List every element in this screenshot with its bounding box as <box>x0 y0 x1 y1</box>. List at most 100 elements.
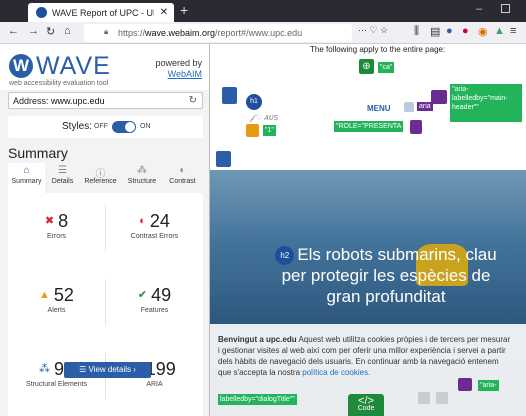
error-icon: ✖ <box>44 215 55 227</box>
extension-icon[interactable]: ◉ <box>478 25 488 38</box>
wave-favicon-icon <box>36 7 47 18</box>
cookie-policy-link[interactable]: política de cookies. <box>302 368 370 377</box>
dialog-title-tag[interactable]: labelledby="dialogTitle"" <box>218 394 297 405</box>
styles-toggle-row: Styles: OFF ON <box>8 116 203 138</box>
aria-icon[interactable] <box>431 90 447 104</box>
h1-icon[interactable]: h1 <box>246 94 262 110</box>
aria-icon[interactable] <box>410 120 422 134</box>
aria-labelledby-header-tag[interactable]: "aria-labelledby="main-header"" <box>450 84 522 122</box>
tab-close-icon[interactable]: ✕ <box>160 7 168 18</box>
powered-by: powered by WebAIM <box>130 58 202 80</box>
cookie-text: Benvingut a upc.edu Aquest web utilitza … <box>218 334 514 378</box>
menu-label[interactable]: MENU <box>367 104 391 113</box>
info-icon: ⓘ <box>95 169 106 180</box>
hero-headline: h2 Els robots submarins, clau per protegi… <box>266 244 506 307</box>
new-tab-button[interactable]: + <box>180 2 188 18</box>
forward-icon[interactable]: → <box>28 25 39 37</box>
metric-features[interactable]: ✔ 49 Features <box>106 285 203 314</box>
powered-by-text: powered by <box>155 58 202 68</box>
tab-details[interactable]: ☰ Details <box>46 163 79 193</box>
reload-icon[interactable]: ↻ <box>46 25 55 38</box>
view-details-button[interactable]: ☰ View details › <box>64 362 151 378</box>
metric-label: ARIA <box>146 381 163 388</box>
tab-label: Structure <box>127 178 157 185</box>
metric-label: Features <box>140 307 169 314</box>
globe-icon[interactable]: ⊕ <box>359 59 374 74</box>
metric-label: Contrast Errors <box>130 233 179 240</box>
code-brackets-icon: </> <box>358 395 374 407</box>
structure-icon: ⁂ <box>137 165 147 176</box>
h2-icon[interactable]: h2 <box>275 246 295 265</box>
sidebar-icon[interactable]: ▤ <box>430 25 440 38</box>
metric-alerts[interactable]: ▲ 52 Alerts <box>8 285 105 314</box>
tab-summary[interactable]: ⌂ Summary <box>8 163 45 193</box>
browser-tab-bar: WAVE Report of UPC - UPC Un ✕ + – <box>0 0 526 22</box>
list-icon: ☰ <box>58 165 67 176</box>
feature-icon[interactable] <box>436 392 448 404</box>
label-tag[interactable]: "1" <box>263 125 276 136</box>
wave-tagline: web accessibility evaluation tool <box>9 80 109 87</box>
menu-icon[interactable] <box>404 102 414 112</box>
browser-nav-bar: ← → ↻ ⌂ 🔒︎ https://wave.webaim.org/repor… <box>0 22 526 44</box>
aria-icon[interactable] <box>458 378 472 391</box>
tab-label: Reference <box>84 178 117 185</box>
wave-brand: WAVE <box>36 52 111 80</box>
cookie-title: Benvingut a upc.edu <box>218 335 297 344</box>
metric-count: 24 <box>149 211 170 231</box>
headline-text: Els robots submarins, clau per protegir … <box>281 245 497 306</box>
home-icon: ⌂ <box>23 165 30 176</box>
metric-label: Errors <box>46 233 67 240</box>
structure-icon: ⁂ <box>38 363 50 375</box>
summary-title: Summary <box>8 145 68 161</box>
contrast-icon: ◐ <box>179 165 186 176</box>
tab-contrast[interactable]: ◐ Contrast <box>162 163 203 193</box>
tab-title: WAVE Report of UPC - UPC Un <box>52 7 154 18</box>
address-value[interactable]: www.upc.edu <box>51 96 105 106</box>
tab-reference[interactable]: ⓘ Reference <box>79 163 122 193</box>
address-bar[interactable]: 🔒︎ https://wave.webaim.org/report#/www.u… <box>84 24 352 42</box>
url-path: /report#/www.upc.edu <box>215 28 303 38</box>
reload-address-icon[interactable]: ↻ <box>189 95 197 106</box>
wave-header: W WAVE web accessibility evaluation tool… <box>0 44 209 90</box>
tab-structure[interactable]: ⁂ Structure <box>122 163 162 193</box>
applies-text: The following apply to the entire page: <box>310 45 446 54</box>
menu-icon[interactable]: ≡ <box>510 25 516 37</box>
metric-label: Structural Elements <box>25 381 88 388</box>
styles-toggle[interactable] <box>112 121 136 133</box>
tab-label: Summary <box>11 178 42 185</box>
site-logo-mark: 𝒻 ◌ ᴀᴜs <box>250 112 279 122</box>
url-prefix: https:// <box>118 28 146 38</box>
extension-icon[interactable]: ● <box>462 25 469 37</box>
aria-tag[interactable]: aria <box>417 102 433 111</box>
address-field[interactable]: Address: www.upc.edu ↻ <box>8 92 203 109</box>
metric-errors[interactable]: ✖ 8 Errors <box>8 211 105 240</box>
code-button[interactable]: </> Code <box>348 394 384 416</box>
lang-tag[interactable]: "ca" <box>378 62 395 73</box>
close-icon[interactable] <box>418 392 430 404</box>
home-icon[interactable]: ⌂ <box>64 25 71 37</box>
minimize-window-icon[interactable]: – <box>476 3 482 15</box>
alert-icon[interactable] <box>246 124 259 137</box>
styles-on-label: ON <box>140 123 151 130</box>
extension-icon[interactable]: ● <box>446 25 453 37</box>
metric-contrast-errors[interactable]: ◐ 24 Contrast Errors <box>106 211 203 240</box>
tab-label: Details <box>51 178 74 185</box>
tab-label: Contrast <box>169 178 196 185</box>
lock-icon: 🔒︎ <box>104 27 109 36</box>
summary-tabs: ⌂ Summary ☰ Details ⓘ Reference ⁂ Structure … <box>8 163 203 193</box>
wave-sidebar: W WAVE web accessibility evaluation tool… <box>0 44 210 416</box>
structure-region-icon[interactable] <box>216 151 231 167</box>
url-host: wave.webaim.org <box>145 28 216 38</box>
role-presentation-tag[interactable]: "ROLE="PRESENTA <box>334 121 404 132</box>
back-icon[interactable]: ← <box>8 25 19 37</box>
maximize-window-icon[interactable] <box>501 4 510 13</box>
structure-region-icon[interactable] <box>222 87 237 104</box>
extension-icon[interactable]: ▲ <box>494 25 505 37</box>
library-icon[interactable]: ⫼ <box>414 25 419 38</box>
address-label: Address: <box>13 96 49 106</box>
feature-icon: ✔ <box>137 289 148 301</box>
aria-cookie-tag[interactable]: "aria- <box>478 380 499 391</box>
browser-tab[interactable]: WAVE Report of UPC - UPC Un ✕ <box>28 3 174 22</box>
page-actions-icon[interactable]: ··· ♡ ☆ <box>358 25 388 36</box>
webaim-link[interactable]: WebAIM <box>168 69 202 79</box>
